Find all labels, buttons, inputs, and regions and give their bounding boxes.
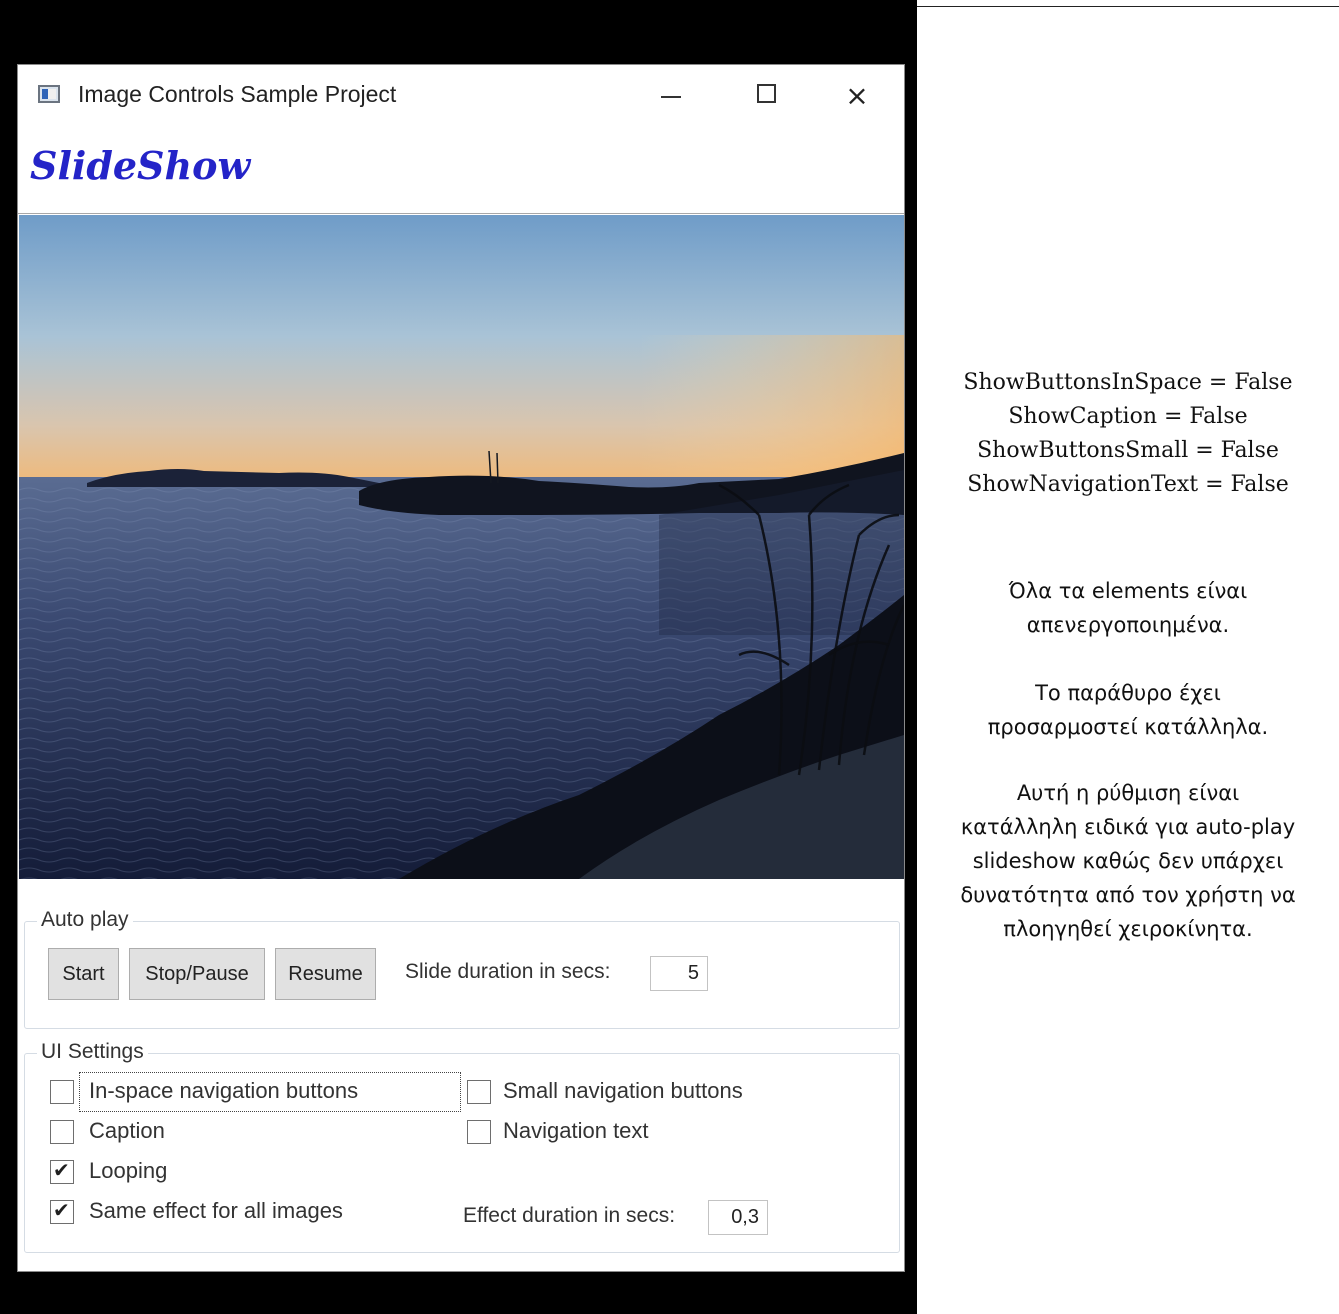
window-title: Image Controls Sample Project <box>78 81 397 107</box>
note-line: slideshow καθώς δεν υπάρχει <box>972 849 1284 873</box>
setting-line: ShowButtonsSmall = False <box>977 438 1279 463</box>
slide-image <box>19 215 904 879</box>
small-nav-label[interactable]: Small navigation buttons <box>503 1078 743 1104</box>
top-rule-line <box>917 6 1339 7</box>
note-line: δυνατότητα από τον χρήστη να <box>960 883 1296 907</box>
minimize-icon <box>661 96 681 98</box>
note-line: κατάλληλη ειδικά για auto-play <box>960 815 1296 839</box>
in-space-nav-label[interactable]: In-space navigation buttons <box>89 1078 358 1104</box>
note-line: απενεργοποιημένα. <box>1026 613 1230 637</box>
setting-line: ShowButtonsInSpace = False <box>963 370 1293 395</box>
note-paragraph-2: Το παράθυρο έχει προσαρμοστεί κατάλληλα. <box>917 676 1339 744</box>
title-bar[interactable]: Image Controls Sample Project × <box>18 65 904 129</box>
maximize-icon <box>757 84 776 103</box>
note-line: Όλα τα elements είναι <box>1008 579 1248 603</box>
stop-pause-button[interactable]: Stop/Pause <box>129 948 265 1000</box>
nav-text-checkbox[interactable] <box>467 1120 491 1144</box>
slide-duration-input[interactable]: 5 <box>650 956 708 991</box>
effect-duration-label: Effect duration in secs: <box>463 1204 676 1227</box>
caption-label[interactable]: Caption <box>89 1118 165 1144</box>
same-effect-label[interactable]: Same effect for all images <box>89 1198 343 1224</box>
effect-duration-input[interactable]: 0,3 <box>708 1200 768 1235</box>
note-line: Αυτή η ρύθμιση είναι <box>1016 781 1240 805</box>
setting-line: ShowCaption = False <box>1008 404 1248 429</box>
note-line: προσαρμοστεί κατάλληλα. <box>987 715 1269 739</box>
start-button[interactable]: Start <box>48 948 119 1000</box>
nav-text-label[interactable]: Navigation text <box>503 1118 649 1144</box>
app-window: Image Controls Sample Project × SlideSho… <box>17 64 905 1272</box>
app-icon <box>38 85 60 103</box>
note-paragraph-3: Αυτή η ρύθμιση είναι κατάλληλη ειδικά γι… <box>917 776 1339 946</box>
same-effect-checkbox[interactable]: ✔ <box>50 1198 74 1224</box>
looping-label[interactable]: Looping <box>89 1158 167 1184</box>
close-button[interactable]: × <box>812 65 902 129</box>
looping-checkbox[interactable]: ✔ <box>50 1158 74 1184</box>
ui-settings-group: UI Settings In-space navigation buttons … <box>24 1040 900 1253</box>
slideshow-title: SlideShow <box>30 143 251 188</box>
resume-button[interactable]: Resume <box>275 948 376 1000</box>
small-nav-checkbox[interactable] <box>467 1080 491 1104</box>
slide-duration-label: Slide duration in secs: <box>405 960 611 983</box>
slideshow-header: SlideShow <box>18 129 904 214</box>
sunset-photo <box>19 215 904 879</box>
close-icon: × <box>845 79 869 112</box>
note-line: Το παράθυρο έχει <box>1035 681 1221 705</box>
caption-checkbox[interactable] <box>50 1120 74 1144</box>
in-space-nav-checkbox[interactable] <box>50 1080 74 1104</box>
note-paragraph-1: Όλα τα elements είναι απενεργοποιημένα. <box>917 574 1339 642</box>
ui-settings-legend: UI Settings <box>37 1040 148 1064</box>
maximize-button[interactable] <box>721 65 811 129</box>
settings-notes: ShowButtonsInSpace = False ShowCaption =… <box>917 366 1339 502</box>
note-line: πλοηγηθεί χειροκίνητα. <box>1003 917 1253 941</box>
setting-line: ShowNavigationText = False <box>967 472 1289 497</box>
auto-play-legend: Auto play <box>37 908 133 932</box>
minimize-button[interactable] <box>625 65 715 129</box>
auto-play-group: Auto play Start Stop/Pause Resume Slide … <box>24 908 900 1029</box>
check-mark-icon: ✔ <box>53 1198 70 1222</box>
check-mark-icon: ✔ <box>53 1158 70 1182</box>
